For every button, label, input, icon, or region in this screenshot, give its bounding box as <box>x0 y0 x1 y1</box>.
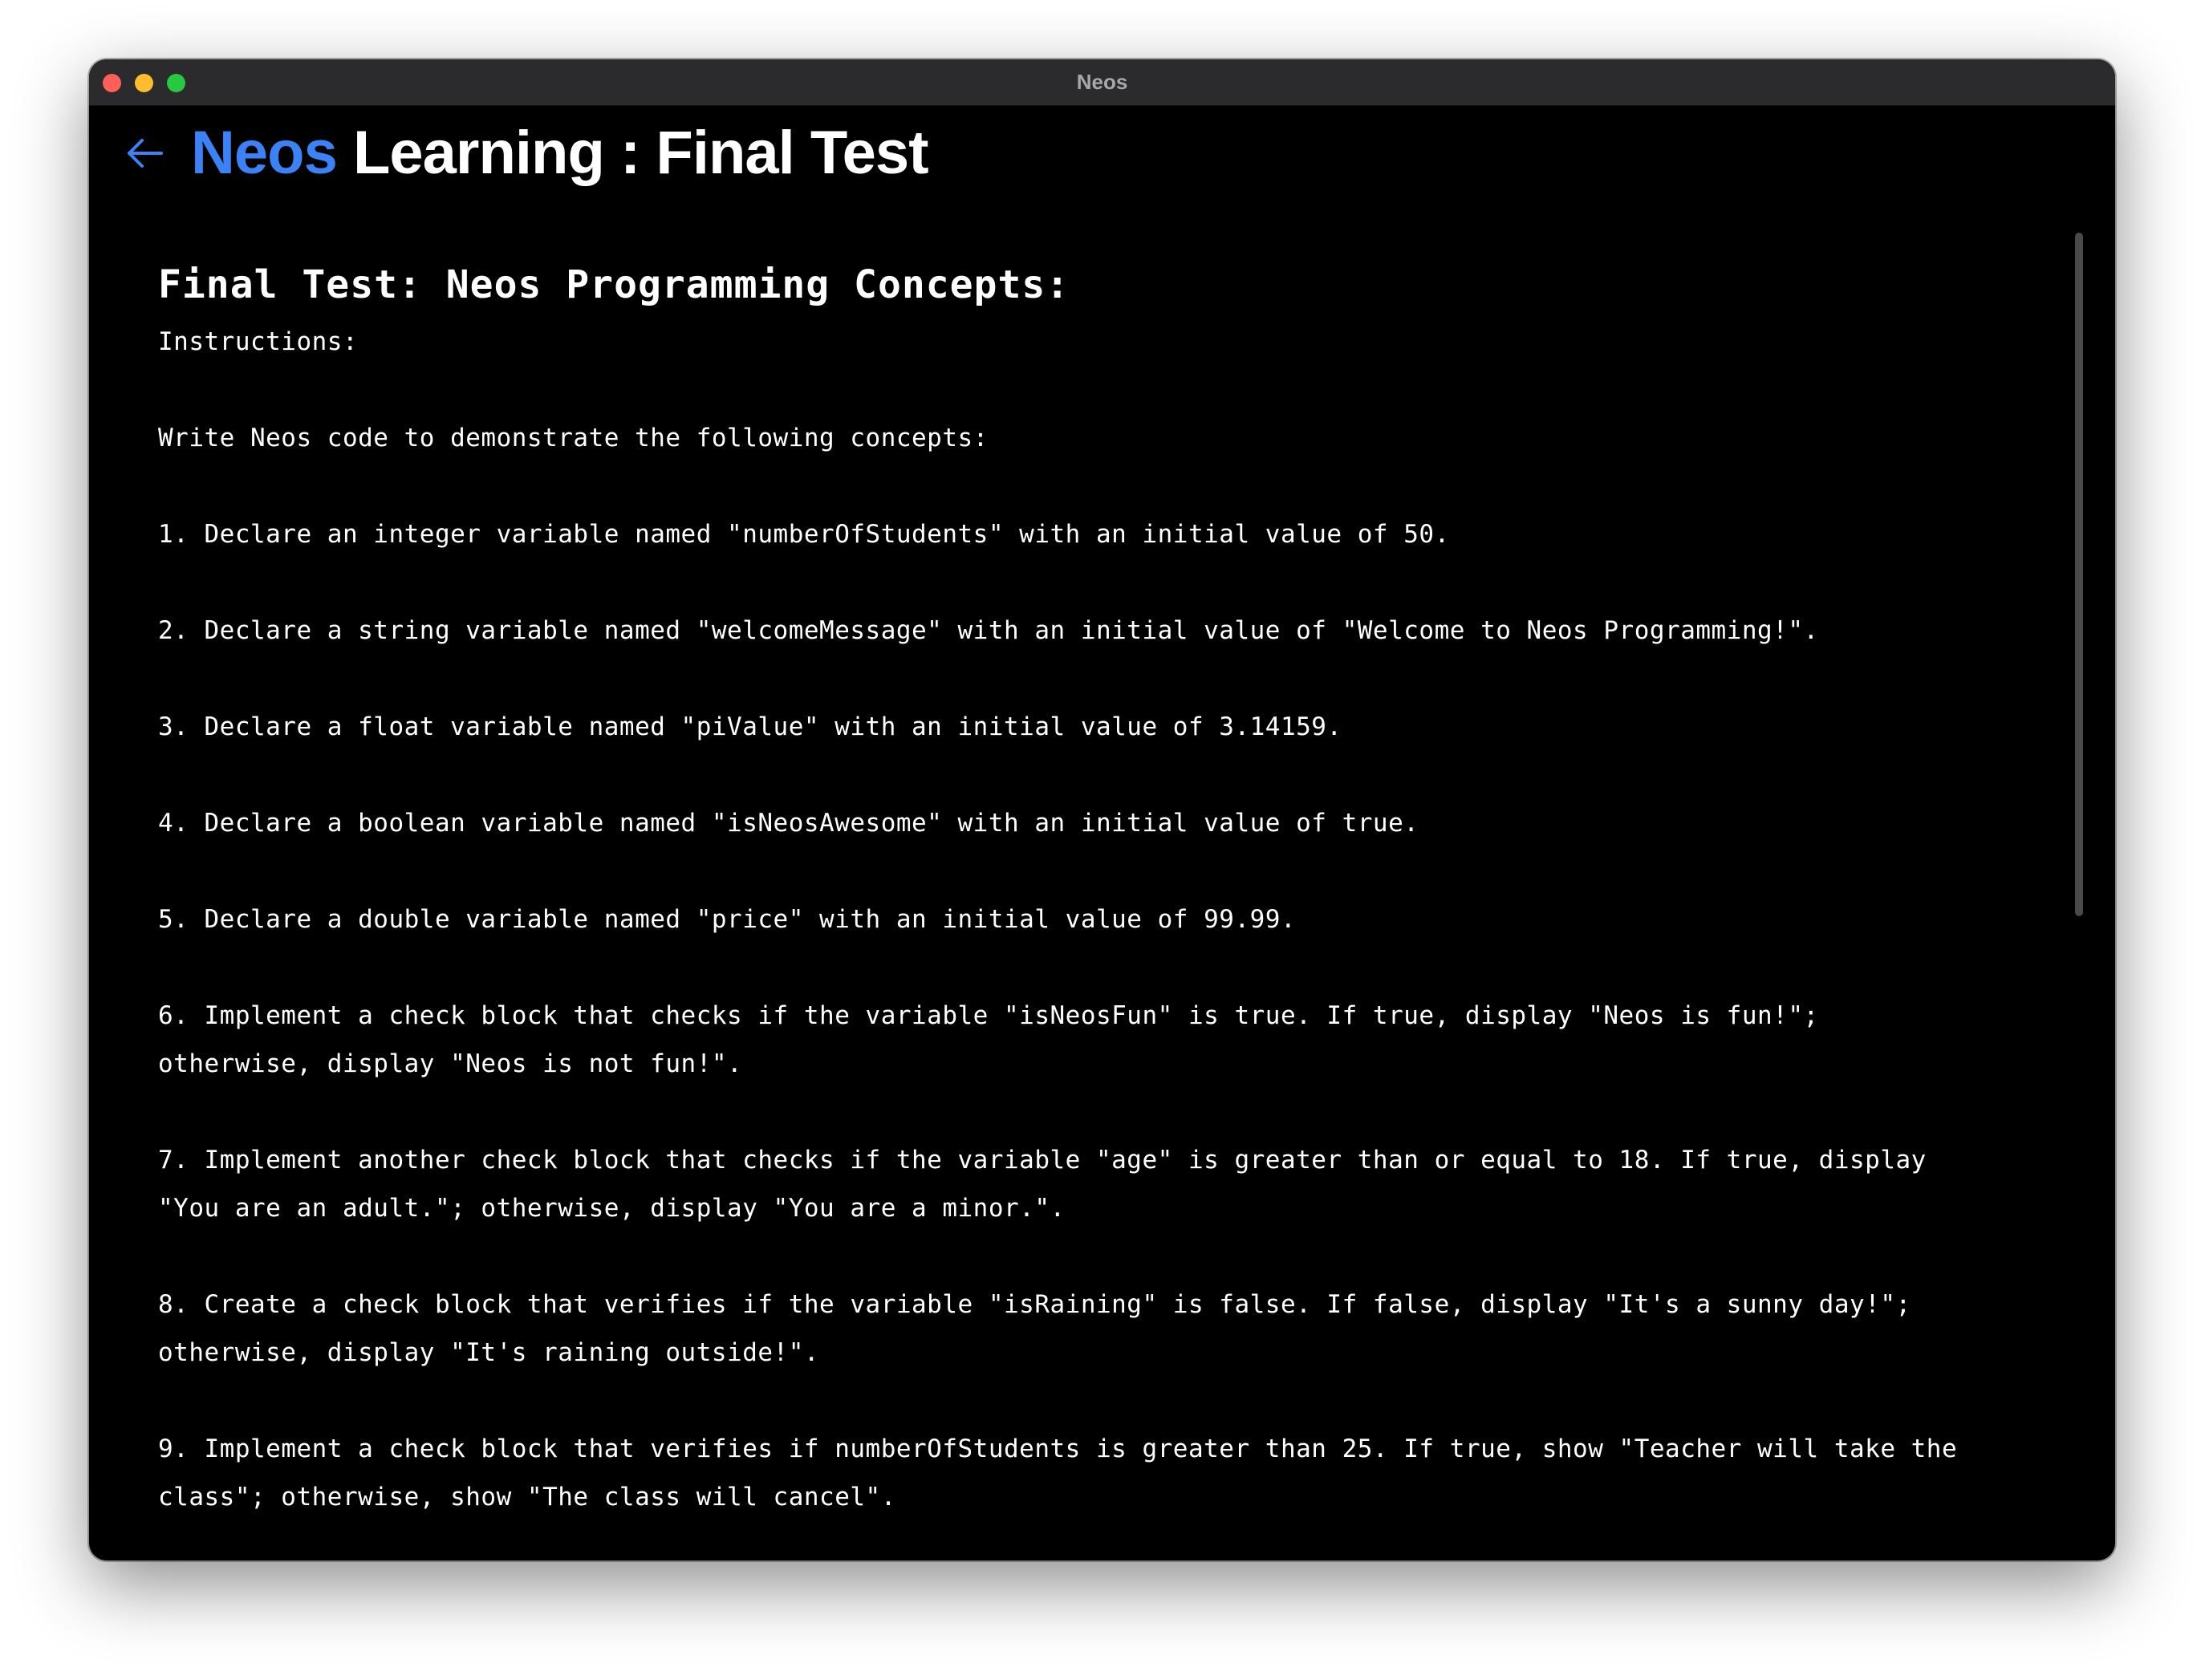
page-header: Neos Learning : Final Test <box>89 105 2115 193</box>
list-item: 2. Declare a string variable named "welc… <box>158 616 1819 645</box>
list-item: 8. Create a check block that verifies if… <box>158 1290 1911 1367</box>
brand-name: Neos <box>191 119 338 187</box>
vertical-scrollbar[interactable] <box>2075 233 2083 916</box>
instructions-list: Instructions: Write Neos code to demonst… <box>158 318 2115 1521</box>
instructions-intro: Write Neos code to demonstrate the follo… <box>158 424 989 452</box>
list-item: 6. Implement a check block that checks i… <box>158 1001 1819 1078</box>
list-item: 5. Declare a double variable named "pric… <box>158 905 1297 934</box>
title-bar: Neos <box>89 59 2115 106</box>
list-item: 3. Declare a float variable named "piVal… <box>158 712 1342 741</box>
page-title: Neos Learning : Final Test <box>191 118 929 188</box>
test-content: Final Test: Neos Programming Concepts: I… <box>158 252 2115 1560</box>
document-heading: Final Test: Neos Programming Concepts: <box>158 262 1070 307</box>
app-window: Neos Neos Learning : Final Test Final Te… <box>89 59 2115 1560</box>
arrow-left-icon[interactable] <box>126 137 164 169</box>
instructions-label: Instructions: <box>158 327 359 356</box>
list-item: 9. Implement a check block that verifies… <box>158 1434 1958 1512</box>
page-title-text: Learning : Final Test <box>336 119 929 187</box>
window-title: Neos <box>1076 70 1128 94</box>
list-item: 1. Declare an integer variable named "nu… <box>158 520 1450 549</box>
list-item: 4. Declare a boolean variable named "isN… <box>158 809 1419 838</box>
list-item: 7. Implement another check block that ch… <box>158 1146 1927 1223</box>
